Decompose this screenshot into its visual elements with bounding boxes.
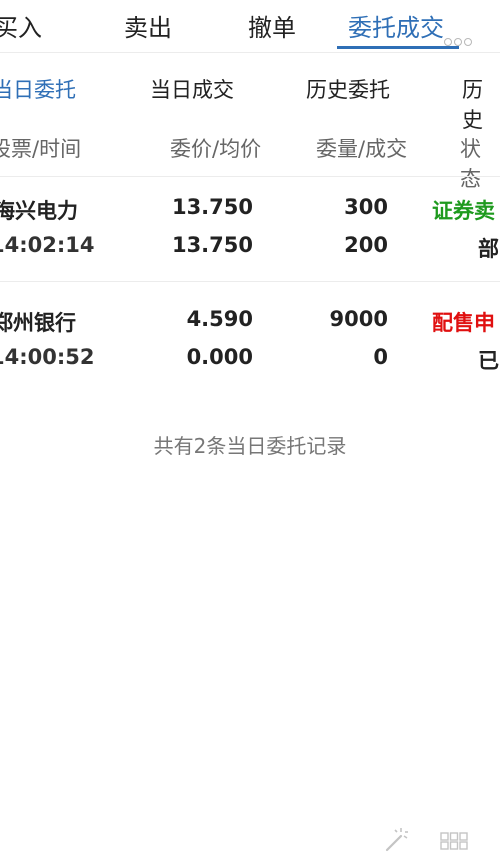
more-dots-icon[interactable] (444, 38, 472, 46)
stock-name: 郑州银行 (0, 311, 76, 335)
top-tab-bar: 买入 卖出 撤单 委托成交 (0, 0, 500, 52)
active-tab-indicator (337, 46, 459, 49)
order-qty: 9000 (329, 307, 388, 331)
order-time: 14:00:52 (0, 345, 95, 369)
avg-price: 13.750 (171, 233, 253, 257)
order-price: 13.750 (171, 195, 253, 219)
filled-qty: 200 (344, 233, 388, 257)
tab-buy[interactable]: 买入 (0, 8, 42, 43)
divider (0, 52, 500, 53)
order-status: 证券卖 (432, 199, 495, 223)
table-row[interactable]: 海兴电力 14:02:14 13.750 13.750 300 200 证券卖 … (0, 178, 500, 278)
record-count-note: 共有2条当日委托记录 (153, 434, 347, 458)
subtab-today-trades[interactable]: 当日成交 (150, 74, 234, 104)
tab-sell[interactable]: 卖出 (124, 8, 172, 43)
divider (0, 281, 500, 282)
order-time: 14:02:14 (0, 233, 95, 257)
magic-wand-icon[interactable] (383, 826, 409, 852)
filled-qty: 0 (373, 345, 388, 369)
subtab-today-orders[interactable]: 当日委托 (0, 74, 76, 104)
fill-status: 已 (478, 349, 499, 373)
column-header-qty: 委量/成交 (316, 137, 408, 161)
column-header-price: 委价/均价 (170, 137, 262, 161)
tab-orders-trades[interactable]: 委托成交 (348, 8, 444, 43)
divider (0, 176, 500, 177)
stock-name: 海兴电力 (0, 199, 78, 223)
subtab-history-partial[interactable]: 历史 (462, 74, 500, 134)
table-row[interactable]: 郑州银行 14:00:52 4.590 0.000 9000 0 配售申 已 (0, 290, 500, 390)
tab-cancel[interactable]: 撤单 (248, 8, 296, 43)
grid-icon[interactable] (440, 832, 468, 850)
avg-price: 0.000 (186, 345, 253, 369)
order-qty: 300 (344, 195, 388, 219)
column-header-stock-time: 股票/时间 (0, 137, 82, 161)
fill-status: 部 (478, 237, 499, 261)
order-status: 配售申 (432, 311, 495, 335)
subtab-history-orders[interactable]: 历史委托 (306, 74, 390, 104)
order-price: 4.590 (186, 307, 253, 331)
